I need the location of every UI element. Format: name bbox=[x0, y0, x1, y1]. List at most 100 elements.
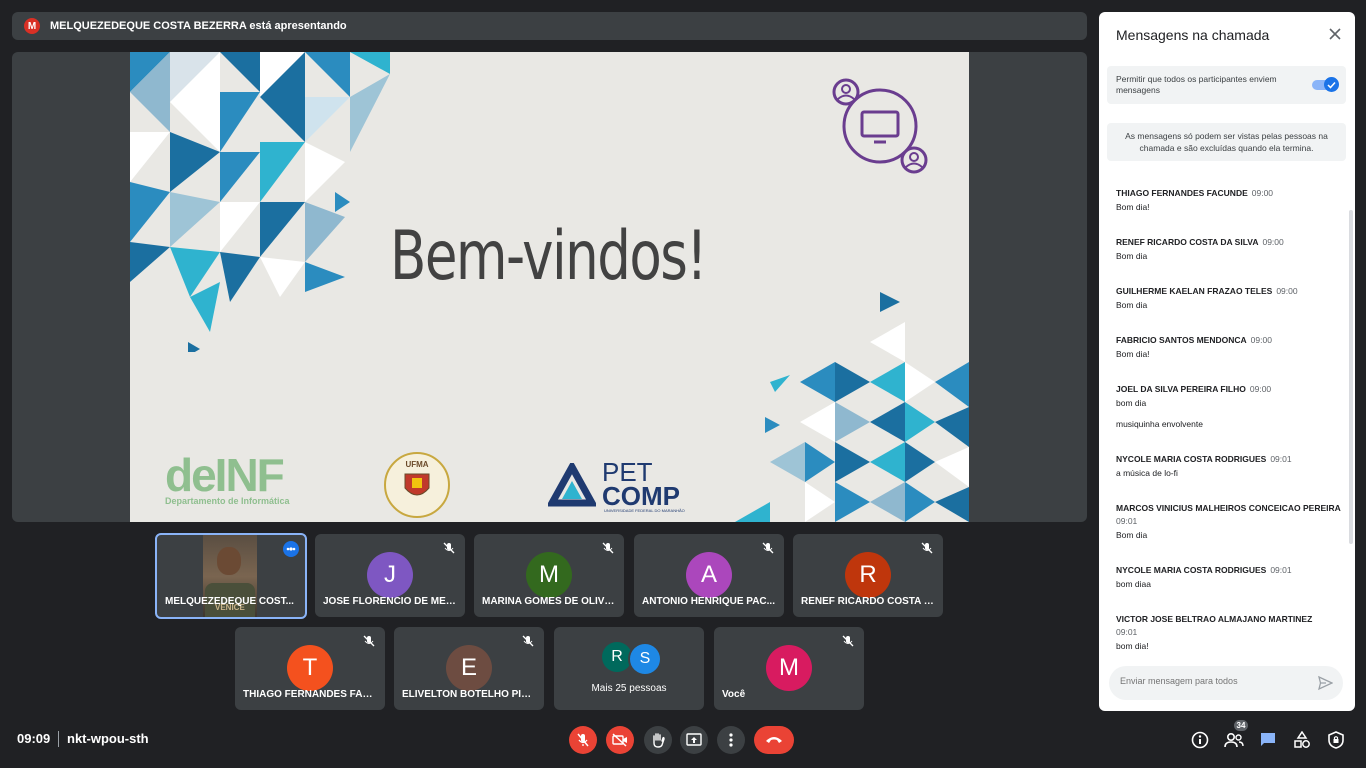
chat-message: GUILHERME KAELAN FRAZAO TELES 09:00 Bom di… bbox=[1116, 285, 1341, 313]
toggle-check-icon[interactable] bbox=[1324, 77, 1339, 92]
chat-message-text: bom dia! bbox=[1116, 641, 1149, 651]
chat-input-container bbox=[1109, 666, 1343, 700]
participant-tile[interactable]: A ANTONIO HENRIQUE PAC... bbox=[634, 534, 784, 617]
slide-title: Bem-vindos! bbox=[390, 217, 708, 296]
microphone-toggle-button[interactable] bbox=[569, 726, 597, 754]
chat-message: FABRICIO SANTOS MENDONCA 09:00 Bom dia! bbox=[1116, 334, 1341, 362]
mic-off-icon bbox=[762, 542, 774, 554]
chat-message-text: Bom dia! bbox=[1116, 349, 1150, 359]
participant-name: MELQUEZEDEQUE COST... bbox=[165, 596, 294, 607]
mic-off-icon bbox=[443, 542, 455, 554]
video-face bbox=[217, 547, 241, 575]
chat-message-sender: FABRICIO SANTOS MENDONCA bbox=[1116, 335, 1247, 345]
petcomp-logo-icon bbox=[548, 462, 596, 506]
info-icon bbox=[1191, 731, 1209, 749]
petcomp-logo: PET COMP UNIVERSIDADE FEDERAL DO MARANHÃ… bbox=[548, 459, 685, 513]
chat-message: MARCOS VINICIUS MALHEIROS CONCEICAO PERE… bbox=[1116, 502, 1341, 543]
participant-name: RENEF RICARDO COSTA D... bbox=[801, 596, 935, 607]
chat-message-header: VICTOR JOSE BELTRAO ALMAJANO MARTINEZ 09:… bbox=[1116, 613, 1341, 639]
chat-scrollbar[interactable] bbox=[1349, 210, 1353, 544]
slide-decoration-top-left bbox=[130, 52, 390, 352]
more-options-button[interactable] bbox=[717, 726, 745, 754]
participant-tile-self[interactable]: M Você bbox=[714, 627, 864, 710]
chat-message: NYCOLE MARIA COSTA RODRIGUES 09:01 bom dia… bbox=[1116, 564, 1341, 592]
more-participants-tile[interactable]: R S Mais 25 pessoas bbox=[554, 627, 704, 710]
meeting-code: nkt-wpou-sth bbox=[67, 731, 149, 746]
participant-tile-presenter[interactable]: VENICE MELQUEZEDEQUE COST... bbox=[155, 533, 307, 619]
participant-tile[interactable]: T THIAGO FERNANDES FAC... bbox=[235, 627, 385, 710]
chat-message-header: JOEL DA SILVA PEREIRA FILHO 09:00 bbox=[1116, 383, 1341, 396]
meeting-details-button[interactable] bbox=[1189, 729, 1211, 751]
chat-notice-text: As mensagens só podem ser vistas pelas p… bbox=[1125, 131, 1328, 153]
chat-message-sender: GUILHERME KAELAN FRAZAO TELES bbox=[1116, 286, 1273, 296]
participant-avatar: M bbox=[766, 645, 812, 691]
activities-button[interactable] bbox=[1291, 729, 1313, 751]
chat-message-time: 09:00 bbox=[1276, 286, 1298, 296]
chat-message-time: 09:01 bbox=[1270, 454, 1292, 464]
chat-message-sender: RENEF RICARDO COSTA DA SILVA bbox=[1116, 237, 1259, 247]
chat-message-sender: NYCOLE MARIA COSTA RODRIGUES bbox=[1116, 454, 1267, 464]
chat-message-text: bom diaa bbox=[1116, 579, 1151, 589]
close-icon[interactable] bbox=[1327, 26, 1343, 42]
chat-panel-title: Mensagens na chamada bbox=[1116, 27, 1270, 43]
computer-network-icon bbox=[832, 78, 928, 174]
mic-off-icon bbox=[363, 635, 375, 647]
mic-off-icon bbox=[921, 542, 933, 554]
participant-tile[interactable]: R RENEF RICARDO COSTA D... bbox=[793, 534, 943, 617]
chat-message-time: 09:00 bbox=[1249, 384, 1272, 394]
ufma-seal-text: UFMA bbox=[405, 460, 429, 469]
comp-word: COMP bbox=[602, 481, 680, 511]
chat-icon bbox=[1261, 733, 1275, 746]
host-controls-button[interactable] bbox=[1325, 729, 1347, 751]
slide-decoration-right bbox=[735, 292, 969, 522]
participant-tile[interactable]: M MARINA GOMES DE OLIVE... bbox=[474, 534, 624, 617]
participant-avatar: R bbox=[845, 552, 891, 598]
chat-message-text: Bom dia! bbox=[1116, 202, 1150, 212]
participant-avatar: E bbox=[446, 645, 492, 691]
chat-message-time: 09:00 bbox=[1251, 188, 1274, 198]
chat-message-text: Bom dia bbox=[1116, 530, 1148, 540]
participant-name: MARINA GOMES DE OLIVE... bbox=[482, 596, 616, 607]
participant-avatar: A bbox=[686, 552, 732, 598]
chat-message-text: musiquinha envolvente bbox=[1116, 419, 1203, 429]
participant-tile[interactable]: J JOSE FLORENCIO DE MEL... bbox=[315, 534, 465, 617]
chat-message-header: NYCOLE MARIA COSTA RODRIGUES 09:01 bbox=[1116, 564, 1341, 577]
deinf-logo-subtitle: Departamento de Informática bbox=[165, 496, 290, 506]
chat-button[interactable] bbox=[1257, 729, 1279, 751]
chat-message-text: Bom dia bbox=[1116, 300, 1148, 310]
chat-message-time: 09:00 bbox=[1262, 237, 1284, 247]
presentation-stage: Bem-vindos! deINF Departamento de Inform… bbox=[12, 52, 1087, 522]
activities-icon bbox=[1294, 731, 1310, 748]
chat-message-time: 09:01 bbox=[1116, 516, 1138, 526]
petcomp-subtitle: UNIVERSIDADE FEDERAL DO MARANHÃO bbox=[604, 508, 685, 513]
raise-hand-button[interactable] bbox=[644, 726, 672, 754]
chat-message: VICTOR JOSE BELTRAO ALMAJANO MARTINEZ 09:… bbox=[1116, 613, 1341, 654]
deinf-logo-word: deINF bbox=[165, 449, 285, 501]
chat-message-input[interactable] bbox=[1120, 676, 1310, 686]
participant-name: Você bbox=[722, 689, 746, 700]
participant-name: ELIVELTON BOTELHO PIN... bbox=[402, 689, 536, 700]
participant-name: THIAGO FERNANDES FAC... bbox=[243, 689, 377, 700]
meeting-clock: 09:09 bbox=[17, 731, 51, 746]
ufma-crest-icon bbox=[404, 473, 430, 496]
chat-message-header: FABRICIO SANTOS MENDONCA 09:00 bbox=[1116, 334, 1341, 347]
participant-avatar: M bbox=[526, 552, 572, 598]
chat-message: RENEF RICARDO COSTA DA SILVA 09:00 Bom dia bbox=[1116, 236, 1341, 264]
more-vertical-icon bbox=[729, 733, 733, 747]
present-screen-button[interactable] bbox=[680, 726, 708, 754]
participant-avatar-small: S bbox=[628, 642, 662, 676]
chat-message-header: NYCOLE MARIA COSTA RODRIGUES 09:01 bbox=[1116, 453, 1341, 466]
camera-toggle-button[interactable] bbox=[606, 726, 634, 754]
mic-off-icon bbox=[602, 542, 614, 554]
chat-message-sender: VICTOR JOSE BELTRAO ALMAJANO MARTINEZ bbox=[1116, 614, 1313, 624]
participant-tile[interactable]: E ELIVELTON BOTELHO PIN... bbox=[394, 627, 544, 710]
people-button[interactable] bbox=[1223, 729, 1245, 751]
chat-message-list: THIAGO FERNANDES FACUNDE 09:00 Bom dia! REN… bbox=[1116, 187, 1341, 675]
send-icon[interactable] bbox=[1317, 675, 1333, 691]
chat-message: THIAGO FERNANDES FACUNDE 09:00 Bom dia! bbox=[1116, 187, 1341, 215]
chat-message-sender: JOEL DA SILVA PEREIRA FILHO bbox=[1116, 384, 1246, 394]
leave-call-button[interactable] bbox=[754, 726, 794, 754]
chat-message-time: 09:01 bbox=[1270, 565, 1292, 575]
presenter-banner-text: MELQUEZEDEQUE COSTA BEZERRA está apresen… bbox=[50, 20, 347, 32]
chat-message-header: RENEF RICARDO COSTA DA SILVA 09:00 bbox=[1116, 236, 1341, 249]
